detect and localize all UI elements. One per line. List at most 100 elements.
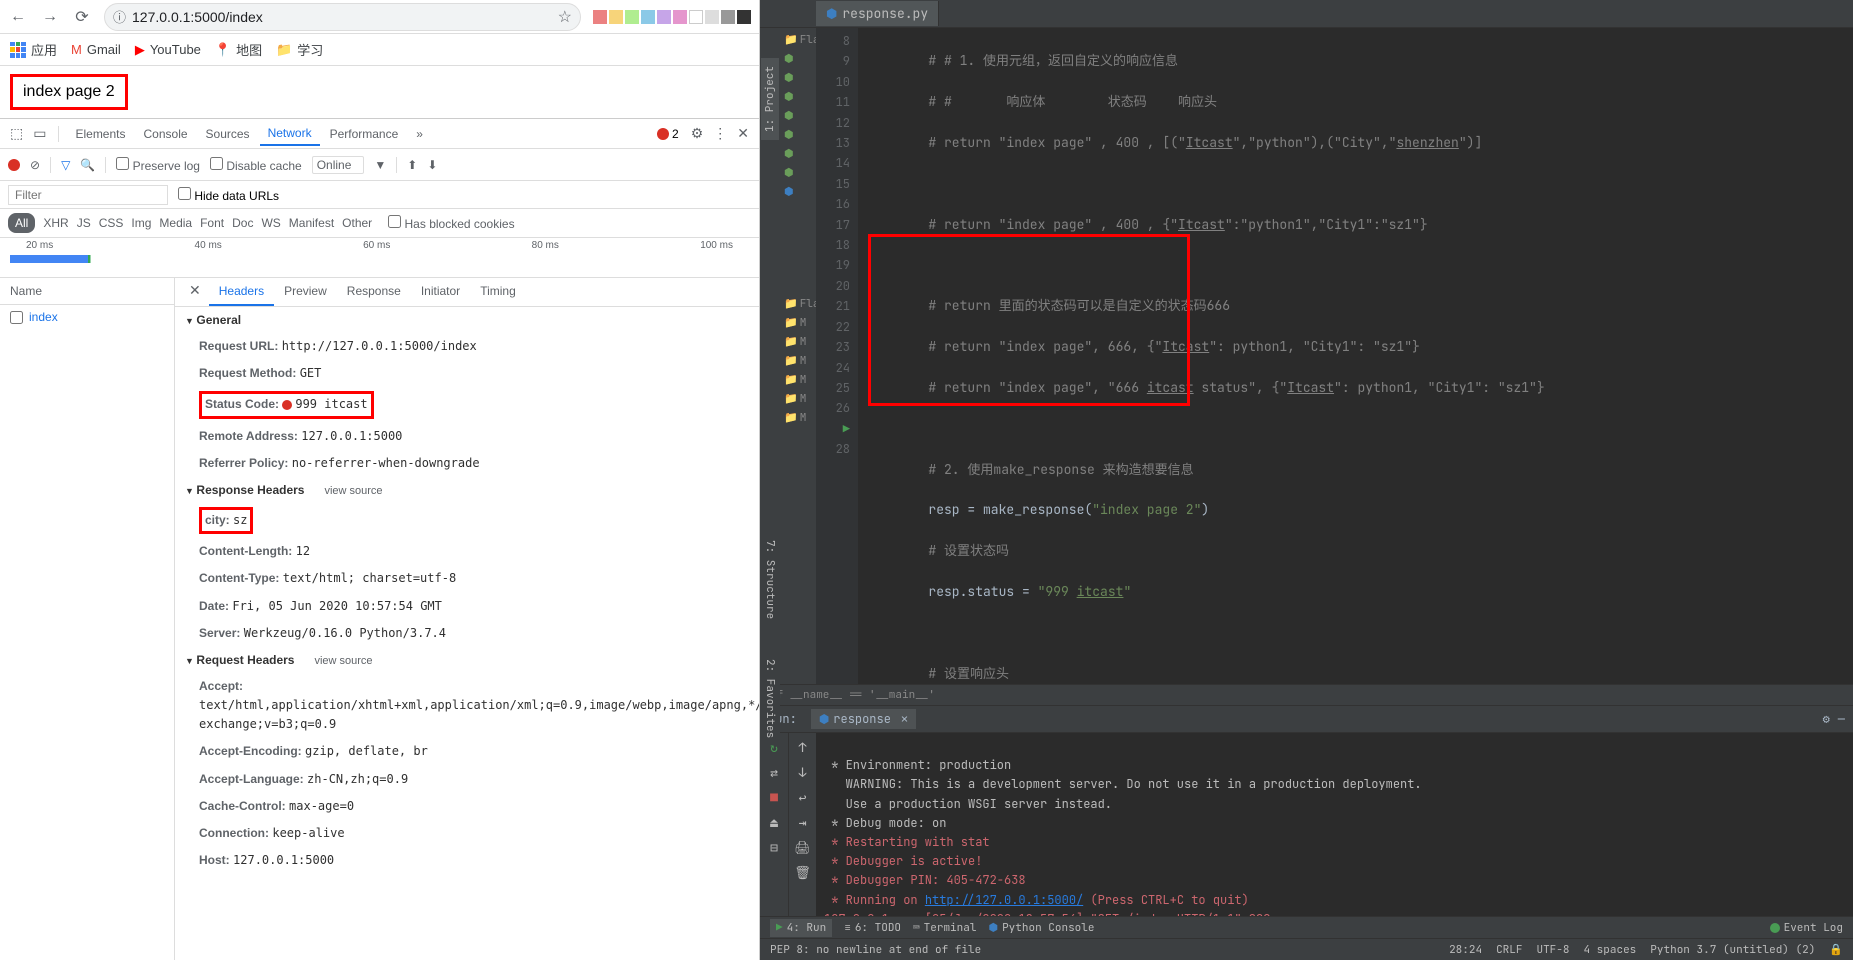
filter-input[interactable] [8, 185, 168, 205]
url-bar[interactable]: ⓘ 127.0.0.1:5000/index ☆ [104, 3, 581, 31]
tab-performance[interactable]: Performance [322, 123, 407, 145]
record-button[interactable] [8, 159, 20, 171]
initiator-tab[interactable]: Initiator [411, 278, 470, 306]
disable-cache-checkbox[interactable]: Disable cache [210, 157, 302, 173]
trash-icon[interactable]: 🗑 [794, 864, 811, 881]
type-css[interactable]: CSS [99, 216, 124, 230]
cursor-position[interactable]: 28:24 [1449, 943, 1482, 957]
map-bookmark[interactable]: 📍地图 [215, 40, 262, 59]
type-img[interactable]: Img [131, 216, 151, 230]
throttle-dropdown-icon[interactable]: ▼ [374, 158, 386, 172]
view-source-link[interactable]: view source [324, 485, 382, 497]
type-manifest[interactable]: Manifest [289, 216, 334, 230]
close-detail-icon[interactable]: ✕ [181, 278, 209, 306]
type-other[interactable]: Other [342, 216, 372, 230]
close-devtools-icon[interactable]: ✕ [733, 125, 753, 142]
response-headers-section[interactable]: Response Headersview source [175, 477, 759, 503]
settings-icon[interactable]: ⚙ [687, 125, 708, 142]
pep8-warning[interactable]: PEP 8: no newline at end of file [770, 943, 981, 957]
structure-tool-tab[interactable]: 7: Structure [763, 540, 777, 619]
line-separator[interactable]: CRLF [1496, 943, 1522, 957]
clear-icon[interactable]: ⊘ [30, 158, 40, 172]
breadcrumb[interactable]: if __name__ == '__main__' [760, 684, 1853, 706]
back-button[interactable]: ← [8, 7, 28, 27]
attach-button[interactable]: ⇄ [770, 764, 778, 781]
folder-icon: 📁 [784, 392, 798, 406]
filter-icon[interactable]: ▽ [61, 158, 70, 172]
project-tree[interactable]: 📁Fla ⬢ ⬢ ⬢ ⬢ ⬢ ⬢ ⬢ ⬢ 📁Fla 📁M 📁M 📁M 📁M 📁M… [780, 28, 816, 684]
name-column-header[interactable]: Name [0, 278, 174, 305]
type-media[interactable]: Media [159, 216, 192, 230]
error-badge[interactable]: 2 [657, 127, 679, 141]
type-font[interactable]: Font [200, 216, 224, 230]
request-row[interactable]: index [0, 305, 174, 329]
tab-elements[interactable]: Elements [67, 123, 133, 145]
tab-more[interactable]: » [408, 123, 431, 145]
type-js[interactable]: JS [77, 216, 91, 230]
tab-console[interactable]: Console [136, 123, 196, 145]
editor[interactable]: 891011121314151617181920212223242526▶28 … [816, 28, 1853, 684]
exit-button[interactable]: ⏏ [770, 814, 778, 831]
bookmark-star-icon[interactable]: ☆ [558, 7, 572, 27]
device-toggle-icon[interactable]: ▭ [29, 125, 50, 142]
tab-network[interactable]: Network [260, 122, 320, 146]
lock-icon[interactable]: 🔒 [1829, 943, 1843, 957]
request-checkbox[interactable] [10, 311, 23, 324]
run-tool-tab[interactable]: ▶4: Run [770, 919, 832, 937]
request-headers-section[interactable]: Request Headersview source [175, 647, 759, 673]
search-icon[interactable]: 🔍 [80, 158, 95, 172]
view-source-link[interactable]: view source [314, 655, 372, 667]
down-arrow-icon[interactable]: ↓ [799, 764, 807, 781]
scroll-end-icon[interactable]: ⇥ [799, 814, 807, 831]
file-encoding[interactable]: UTF-8 [1536, 943, 1569, 957]
preview-tab[interactable]: Preview [274, 278, 337, 306]
event-log-tab[interactable]: Event Log [1770, 921, 1843, 935]
type-ws[interactable]: WS [261, 216, 280, 230]
python-icon: ⬢ [784, 128, 794, 142]
project-tool-tab[interactable]: 1: Project [761, 58, 779, 140]
response-tab[interactable]: Response [337, 278, 411, 306]
soft-wrap-icon[interactable]: ↩ [799, 789, 807, 806]
more-icon[interactable]: ⋮ [709, 125, 731, 142]
reload-button[interactable]: ⟳ [72, 7, 92, 27]
timing-tab[interactable]: Timing [470, 278, 526, 306]
python-console-tool-tab[interactable]: ⬢Python Console [988, 921, 1094, 935]
youtube-bookmark[interactable]: ▶YouTube [135, 42, 201, 58]
upload-icon[interactable]: ⬆ [407, 158, 417, 172]
headers-tab[interactable]: Headers [209, 278, 274, 306]
minimize-icon[interactable]: — [1838, 711, 1845, 727]
type-doc[interactable]: Doc [232, 216, 253, 230]
up-arrow-icon[interactable]: ↑ [799, 739, 807, 756]
forward-button[interactable]: → [40, 7, 60, 27]
tab-sources[interactable]: Sources [198, 123, 258, 145]
throttle-select[interactable]: Online [312, 156, 365, 174]
study-bookmark[interactable]: 📁学习 [276, 40, 323, 59]
stop-button[interactable]: ■ [770, 789, 778, 806]
layout-button[interactable]: ⊟ [770, 839, 778, 856]
code-content[interactable]: # # 1. 使用元组，返回自定义的响应信息 # # 响应体 状态码 响应头 #… [858, 28, 1853, 684]
hide-urls-checkbox[interactable]: Hide data URLs [178, 187, 279, 203]
run-config-tab[interactable]: ⬢response✕ [811, 709, 916, 729]
terminal-tool-tab[interactable]: ⌨Terminal [913, 921, 976, 935]
apps-button[interactable]: 应用 [10, 40, 57, 59]
indent-setting[interactable]: 4 spaces [1583, 943, 1636, 957]
ide-window: ⬢response.py 1: Project 📁Fla ⬢ ⬢ ⬢ ⬢ ⬢ ⬢… [760, 0, 1853, 960]
preserve-log-checkbox[interactable]: Preserve log [116, 157, 200, 173]
server-url-link[interactable]: http://127.0.0.1:5000/ [925, 892, 1083, 908]
general-section[interactable]: General [175, 307, 759, 333]
rerun-button[interactable]: ↻ [770, 739, 778, 756]
download-icon[interactable]: ⬇ [427, 158, 437, 172]
blocked-cookies-checkbox[interactable]: Has blocked cookies [388, 215, 514, 231]
todo-tool-tab[interactable]: ≡6: TODO [844, 921, 901, 935]
type-all[interactable]: All [8, 213, 35, 233]
close-icon[interactable]: ✕ [901, 711, 908, 727]
inspect-element-icon[interactable]: ⬚ [6, 125, 27, 142]
type-xhr[interactable]: XHR [43, 216, 68, 230]
favorites-tool-tab[interactable]: 2: Favorites [763, 659, 777, 738]
settings-icon[interactable]: ⚙ [1823, 711, 1830, 727]
print-icon[interactable]: 🖨 [794, 839, 811, 856]
file-tab-response[interactable]: ⬢response.py [816, 1, 939, 26]
python-interpreter[interactable]: Python 3.7 (untitled) (2) [1650, 943, 1815, 957]
gmail-bookmark[interactable]: MGmail [71, 42, 121, 57]
network-timeline[interactable]: 20 ms40 ms60 ms80 ms100 ms [0, 238, 759, 278]
